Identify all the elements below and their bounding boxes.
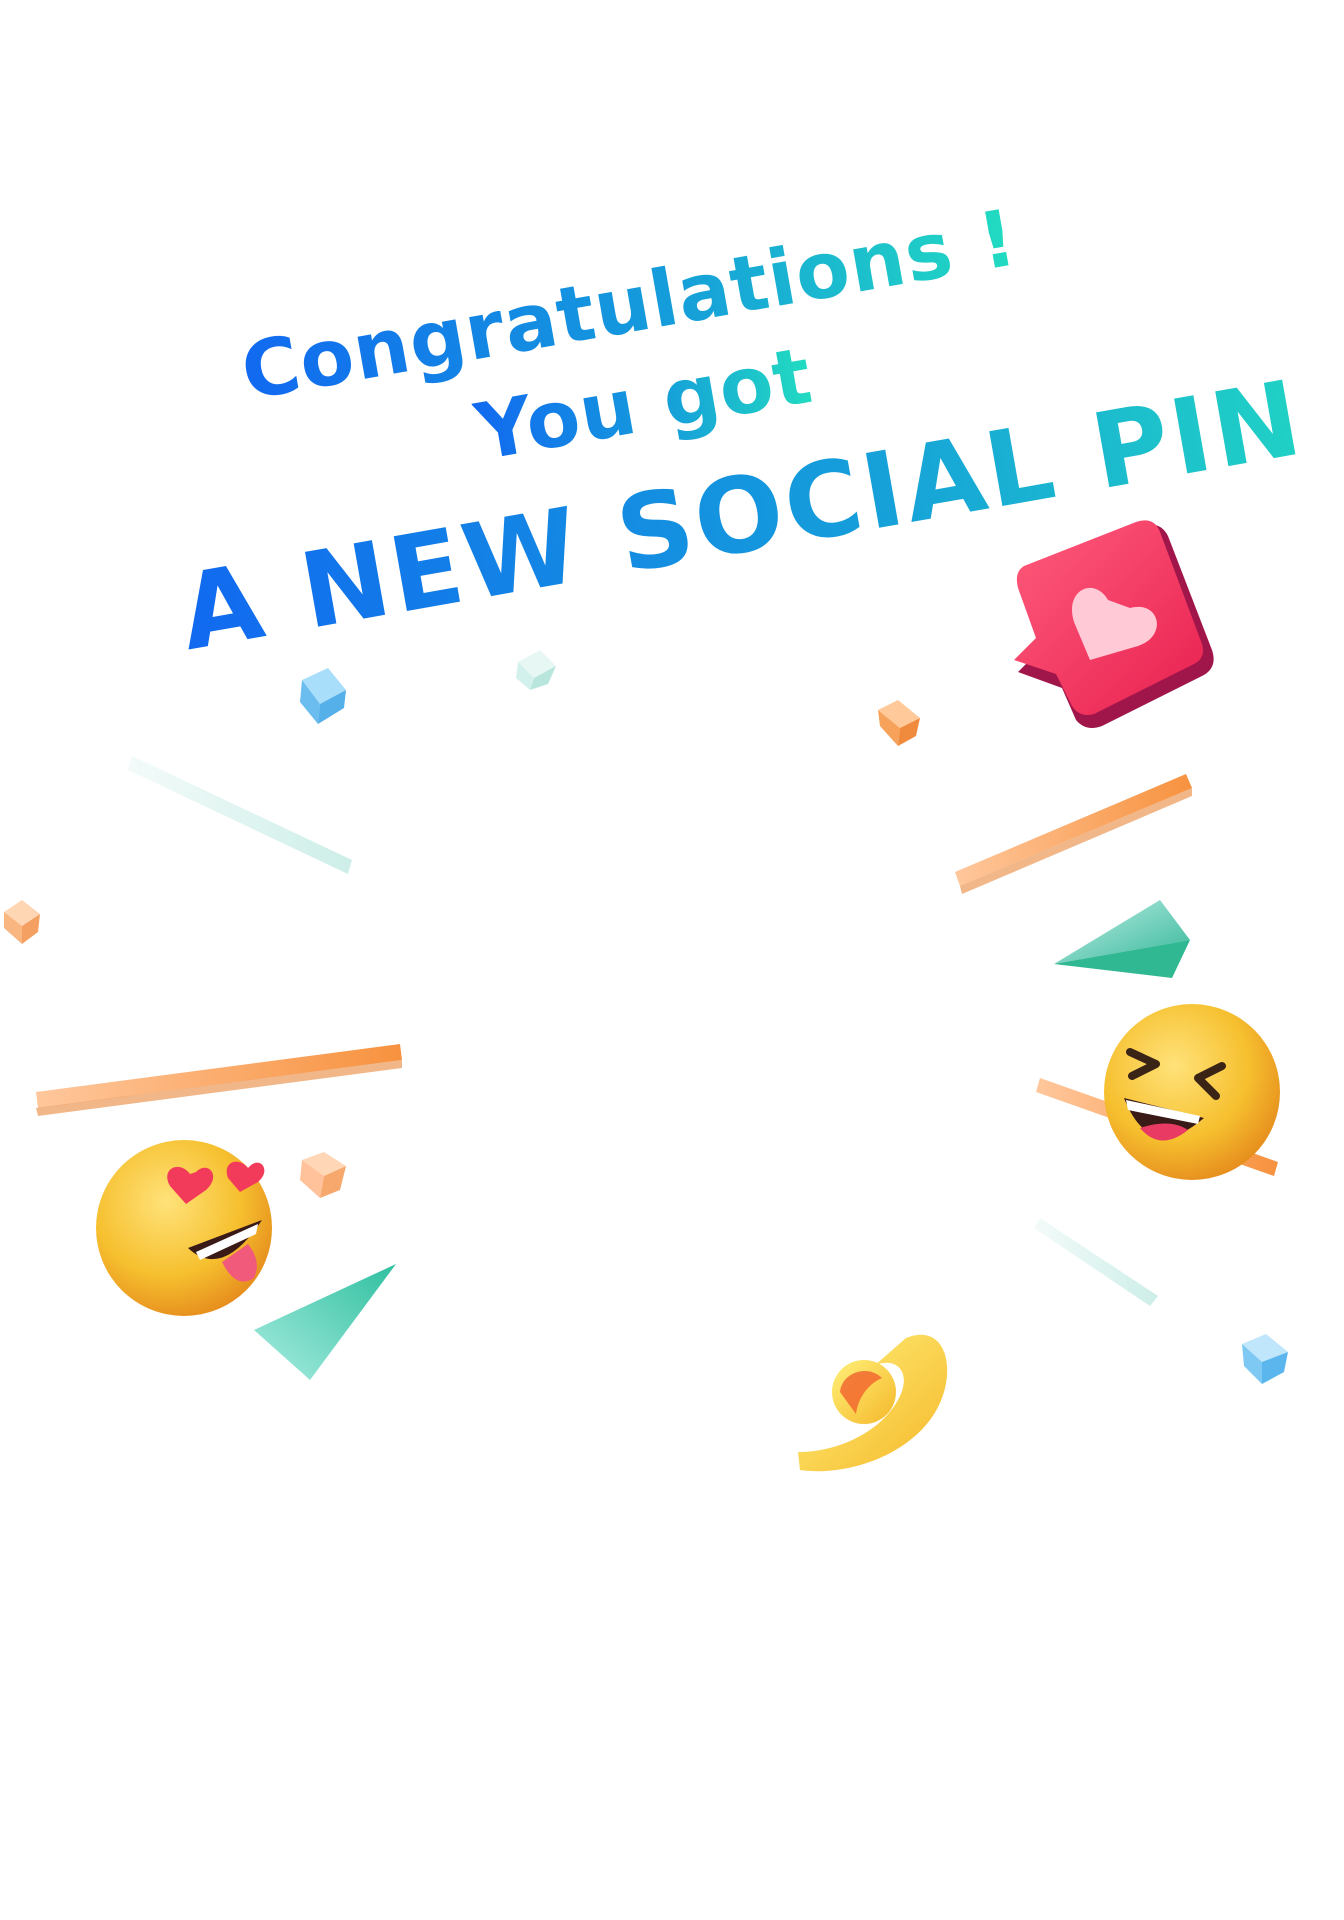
blue-cube-bottom — [1242, 1334, 1288, 1384]
teal-triangle-right — [1054, 900, 1190, 978]
yellow-comma-icon — [798, 1334, 948, 1472]
orange-bar-right-top — [955, 774, 1192, 894]
teal-triangle-left — [254, 1264, 396, 1380]
celebration-screen: Congratulations ! You got A NEW SOCIAL P… — [0, 0, 1344, 1920]
heart-eyes-emoji-icon — [96, 1140, 272, 1316]
laughing-emoji-icon — [1104, 1004, 1280, 1180]
orange-bar-left — [36, 1044, 402, 1116]
pale-bar-right — [1034, 1218, 1158, 1306]
orange-cube-middle — [300, 1152, 346, 1198]
orange-cube-left — [4, 900, 40, 944]
orange-cube-top — [878, 700, 920, 746]
